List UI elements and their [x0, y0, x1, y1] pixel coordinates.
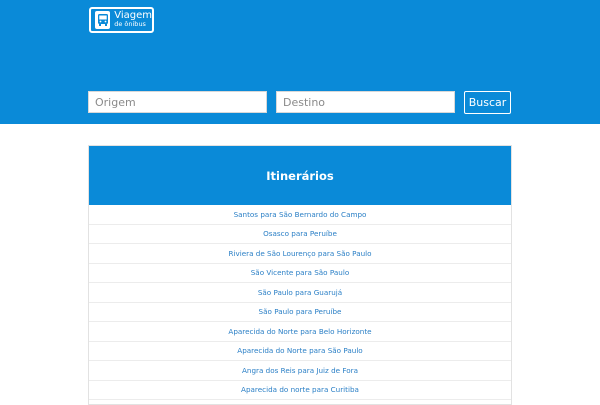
itineraries-title: Itinerários [89, 146, 511, 205]
list-item: Angra dos Reis para Juiz de Fora [89, 361, 511, 381]
list-item: Aparecida do norte para Curitiba [89, 381, 511, 400]
destination-input[interactable] [276, 91, 455, 113]
route-list: Santos para São Bernardo do Campo Osasco… [89, 205, 511, 400]
list-item: São Vicente para São Paulo [89, 264, 511, 283]
route-link[interactable]: Angra dos Reis para Juiz de Fora [242, 366, 358, 375]
list-item: São Paulo para Peruíbe [89, 303, 511, 322]
route-link[interactable]: São Vicente para São Paulo [251, 268, 349, 277]
site-logo[interactable]: Viagem de ônibus [89, 7, 154, 33]
logo-line-1: Viagem [114, 10, 152, 21]
bus-icon [95, 11, 111, 29]
list-item: Riviera de São Lourenço para São Paulo [89, 244, 511, 264]
logo-text: Viagem de ônibus [114, 11, 152, 29]
list-item: Aparecida do Norte para São Paulo [89, 342, 511, 361]
search-button[interactable]: Buscar [464, 91, 511, 114]
route-link[interactable]: Osasco para Peruíbe [263, 229, 337, 238]
list-item: Aparecida do Norte para Belo Horizonte [89, 322, 511, 342]
list-item: São Paulo para Guarujá [89, 283, 511, 303]
route-link[interactable]: Aparecida do Norte para São Paulo [237, 346, 362, 355]
origin-input[interactable] [88, 91, 267, 113]
route-link[interactable]: Aparecida do norte para Curitiba [241, 385, 359, 394]
itineraries-panel: Itinerários Santos para São Bernardo do … [88, 145, 512, 405]
list-item: Santos para São Bernardo do Campo [89, 205, 511, 225]
route-link[interactable]: São Paulo para Peruíbe [259, 307, 342, 316]
route-link[interactable]: Santos para São Bernardo do Campo [234, 210, 367, 219]
list-item: Osasco para Peruíbe [89, 225, 511, 244]
route-link[interactable]: São Paulo para Guarujá [258, 288, 342, 297]
header-bar: Viagem de ônibus Buscar [0, 0, 600, 124]
route-link[interactable]: Aparecida do Norte para Belo Horizonte [228, 327, 371, 336]
logo-line-2: de ônibus [114, 20, 146, 28]
route-link[interactable]: Riviera de São Lourenço para São Paulo [228, 249, 371, 258]
